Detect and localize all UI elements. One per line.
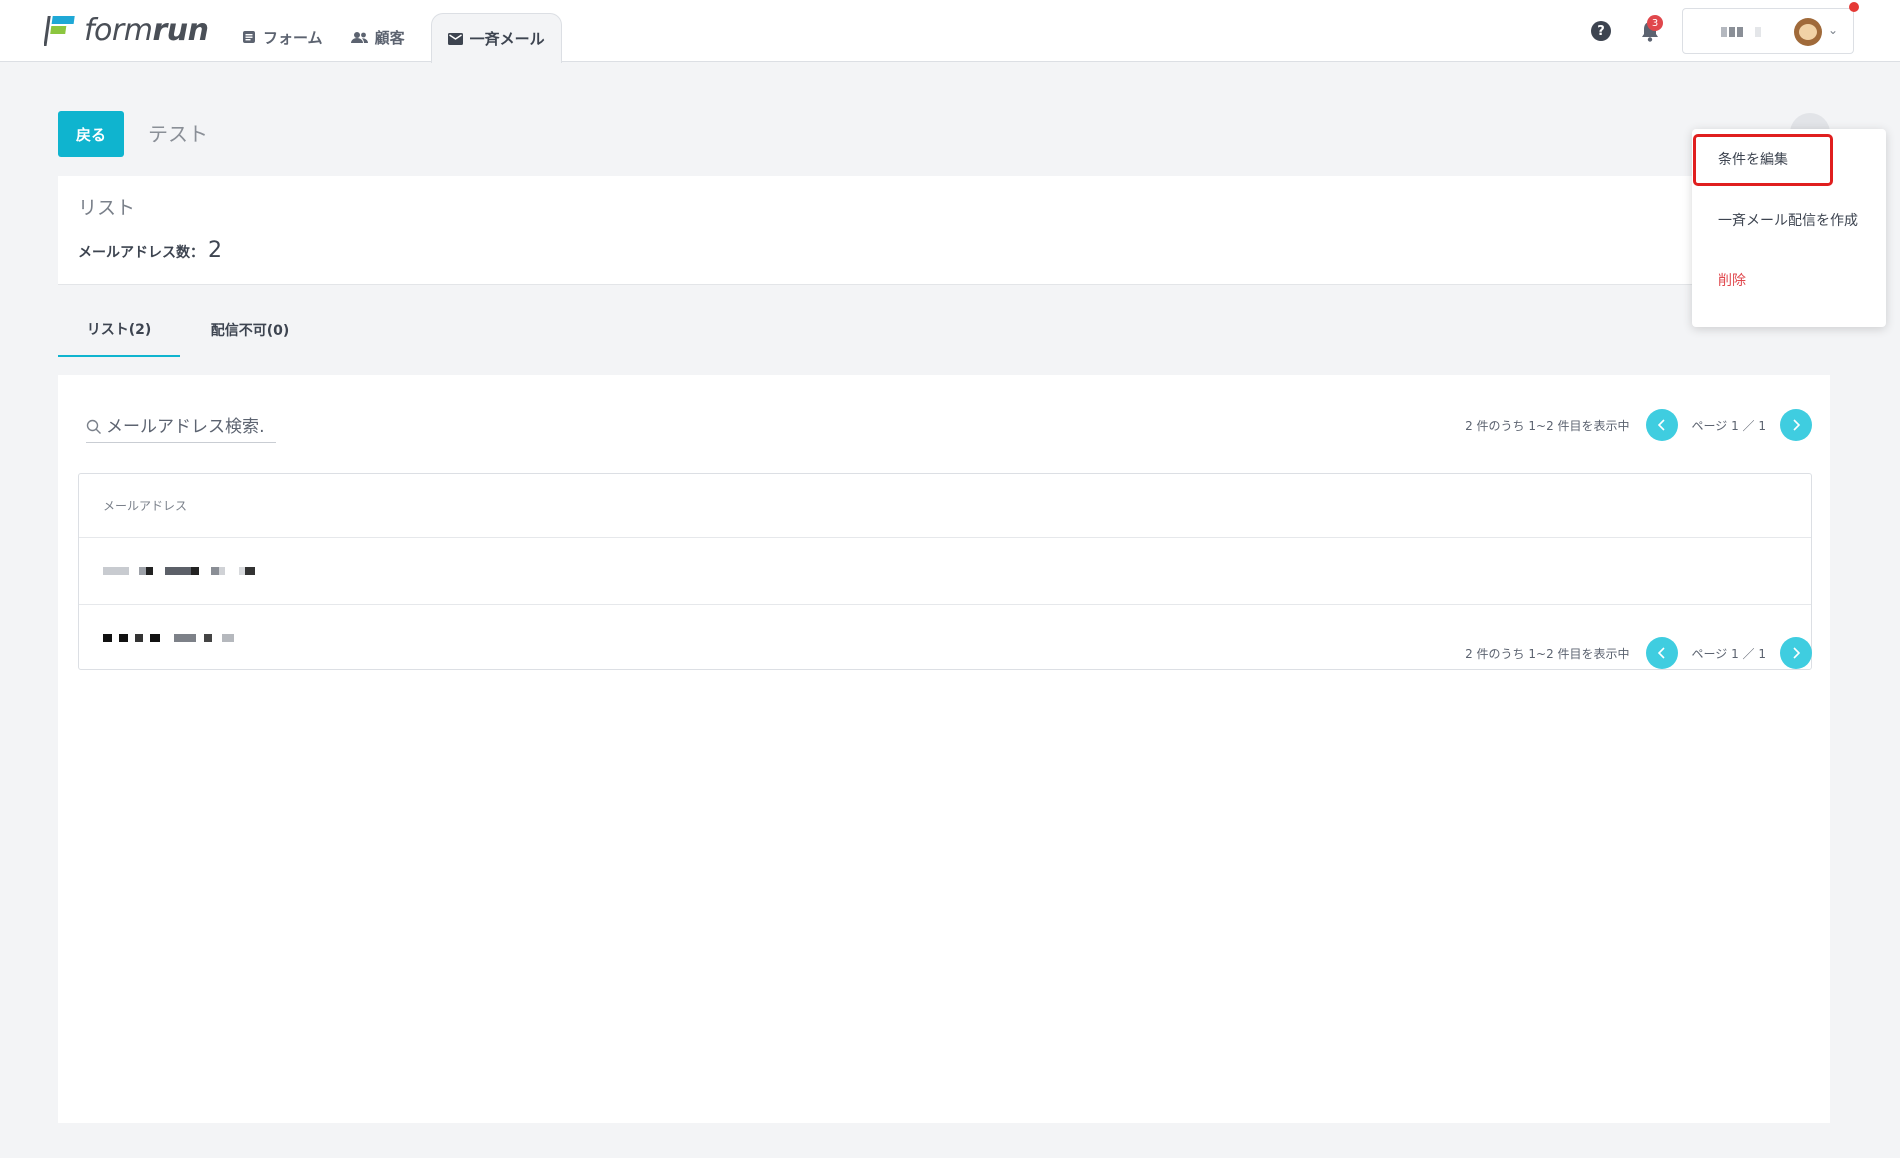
main-nav: フォーム 顧客 一斉メール [228, 13, 562, 63]
avatar [1794, 18, 1822, 46]
pagination-top: 2 件のうち 1~2 件目を表示中 ページ 1 ／ 1 [1465, 409, 1812, 441]
next-page-button[interactable] [1780, 637, 1812, 669]
top-header: formrun フォーム 顧客 一斉メール [0, 0, 1900, 63]
page-indicator: ページ 1 ／ 1 [1691, 418, 1766, 433]
email-count: メールアドレス数： 2 [78, 238, 222, 263]
nav-tab-label: 一斉メール [469, 30, 545, 48]
nav-tab-customers[interactable]: 顧客 [337, 13, 419, 61]
help-icon[interactable]: ? [1591, 21, 1611, 41]
menu-item-create-bulk-mail[interactable]: 一斉メール配信を作成 [1718, 210, 1858, 230]
redacted-email [103, 634, 234, 642]
next-page-button[interactable] [1780, 409, 1812, 441]
email-list-panel: 2 件のうち 1~2 件目を表示中 ページ 1 ／ 1 メールアドレス [58, 375, 1830, 1123]
people-icon [350, 31, 368, 44]
nav-tab-label: 顧客 [374, 28, 405, 47]
list-label: リスト [78, 197, 136, 219]
user-menu[interactable]: ⌄ [1682, 8, 1854, 54]
column-header-email: メールアドレス [79, 474, 1811, 538]
search-field [86, 412, 276, 443]
mail-icon [447, 32, 463, 45]
formrun-logo[interactable]: formrun [44, 14, 209, 48]
search-icon [86, 419, 102, 435]
tab-list[interactable]: リスト(2) [58, 302, 180, 357]
list-info-card: リスト メールアドレス数： 2 [58, 176, 1830, 285]
tab-undeliverable[interactable]: 配信不可(0) [180, 302, 320, 357]
pagination-summary: 2 件のうち 1~2 件目を表示中 [1465, 418, 1630, 433]
list-tabs: リスト(2) 配信不可(0) [58, 302, 320, 357]
highlight-box [1693, 134, 1833, 186]
email-count-label: メールアドレス数： [78, 245, 204, 261]
nav-tab-bulk-mail[interactable]: 一斉メール [430, 13, 562, 63]
nav-tab-forms[interactable]: フォーム [228, 13, 337, 61]
prev-page-button[interactable] [1645, 409, 1678, 441]
pagination-bottom: 2 件のうち 1~2 件目を表示中 ページ 1 ／ 1 [1465, 637, 1812, 669]
status-dot [1849, 2, 1859, 12]
user-name-redacted [1721, 27, 1761, 37]
logo-text: formrun [84, 13, 209, 48]
chevron-left-icon [1657, 647, 1665, 659]
form-icon [242, 30, 256, 44]
back-button[interactable]: 戻る [58, 111, 124, 157]
chevron-left-icon [1657, 419, 1665, 431]
prev-page-button[interactable] [1645, 637, 1678, 669]
email-count-value: 2 [208, 238, 222, 263]
page-title: テスト [148, 122, 208, 146]
pagination-summary: 2 件のうち 1~2 件目を表示中 [1465, 646, 1630, 661]
page-indicator: ページ 1 ／ 1 [1691, 646, 1766, 661]
chevron-right-icon [1793, 419, 1801, 431]
chevron-right-icon [1793, 647, 1801, 659]
logo-flag-icon [44, 16, 75, 46]
notification-badge: 3 [1647, 15, 1663, 31]
table-row[interactable] [79, 538, 1811, 605]
chevron-down-icon: ⌄ [1828, 23, 1839, 37]
search-input[interactable] [106, 417, 266, 437]
redacted-email [103, 567, 255, 575]
menu-item-delete[interactable]: 削除 [1718, 270, 1746, 290]
nav-tab-label: フォーム [263, 28, 323, 47]
